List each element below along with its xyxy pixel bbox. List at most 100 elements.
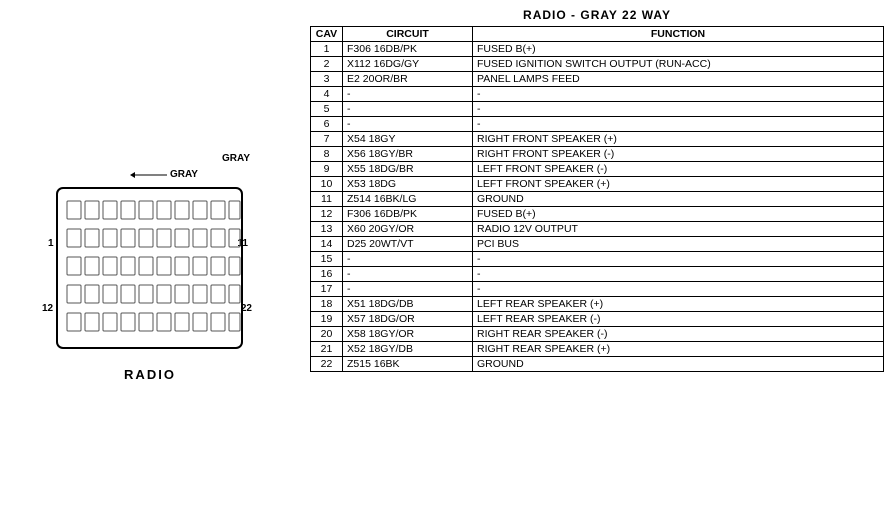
cell-function: - [473, 252, 884, 267]
cell-cav: 5 [311, 102, 343, 117]
cell-function: RIGHT FRONT SPEAKER (+) [473, 132, 884, 147]
cell-function: FUSED B(+) [473, 42, 884, 57]
cell-cav: 9 [311, 162, 343, 177]
table-row: 1F306 16DB/PKFUSED B(+) [311, 42, 884, 57]
cell-circuit: X56 18GY/BR [343, 147, 473, 162]
cell-cav: 6 [311, 117, 343, 132]
cell-cav: 20 [311, 327, 343, 342]
cell-circuit: X54 18GY [343, 132, 473, 147]
cell-function: FUSED IGNITION SWITCH OUTPUT (RUN-ACC) [473, 57, 884, 72]
cell-circuit: X60 20GY/OR [343, 222, 473, 237]
cell-cav: 22 [311, 357, 343, 372]
table-row: 12F306 16DB/PKFUSED B(+) [311, 207, 884, 222]
connector-svg [52, 183, 252, 358]
table-row: 22Z515 16BKGROUND [311, 357, 884, 372]
table-row: 11Z514 16BK/LGGROUND [311, 192, 884, 207]
cell-function: RADIO 12V OUTPUT [473, 222, 884, 237]
cell-function: PCI BUS [473, 237, 884, 252]
cell-function: LEFT REAR SPEAKER (+) [473, 297, 884, 312]
table-row: 18X51 18DG/DBLEFT REAR SPEAKER (+) [311, 297, 884, 312]
cell-function: LEFT FRONT SPEAKER (+) [473, 177, 884, 192]
cell-function: - [473, 267, 884, 282]
table-row: 4-- [311, 87, 884, 102]
table-row: 3E2 20OR/BRPANEL LAMPS FEED [311, 72, 884, 87]
cell-cav: 13 [311, 222, 343, 237]
cell-circuit: - [343, 102, 473, 117]
cell-cav: 1 [311, 42, 343, 57]
cell-cav: 18 [311, 297, 343, 312]
cell-cav: 8 [311, 147, 343, 162]
cell-cav: 10 [311, 177, 343, 192]
table-row: 5-- [311, 102, 884, 117]
table-row: 16-- [311, 267, 884, 282]
cell-cav: 7 [311, 132, 343, 147]
cell-circuit: X55 18DG/BR [343, 162, 473, 177]
cell-function: RIGHT REAR SPEAKER (-) [473, 327, 884, 342]
wiring-table: CAV CIRCUIT FUNCTION 1F306 16DB/PKFUSED … [310, 26, 884, 372]
cell-circuit: X57 18DG/OR [343, 312, 473, 327]
cell-cav: 17 [311, 282, 343, 297]
cell-cav: 19 [311, 312, 343, 327]
cell-cav: 2 [311, 57, 343, 72]
cell-function: LEFT FRONT SPEAKER (-) [473, 162, 884, 177]
col-header-cav: CAV [311, 27, 343, 42]
cell-function: - [473, 102, 884, 117]
radio-label: RADIO [30, 367, 270, 382]
cell-circuit: - [343, 267, 473, 282]
cell-circuit: Z515 16BK [343, 357, 473, 372]
cell-circuit: X112 16DG/GY [343, 57, 473, 72]
cell-circuit: Z514 16BK/LG [343, 192, 473, 207]
cell-function: PANEL LAMPS FEED [473, 72, 884, 87]
cell-cav: 21 [311, 342, 343, 357]
gray-label: GRAY [222, 153, 250, 164]
col-header-circuit: CIRCUIT [343, 27, 473, 42]
cell-function: FUSED B(+) [473, 207, 884, 222]
cell-function: RIGHT REAR SPEAKER (+) [473, 342, 884, 357]
table-row: 10X53 18DGLEFT FRONT SPEAKER (+) [311, 177, 884, 192]
table-row: 6-- [311, 117, 884, 132]
cell-cav: 12 [311, 207, 343, 222]
table-row: 8X56 18GY/BRRIGHT FRONT SPEAKER (-) [311, 147, 884, 162]
table-row: 17-- [311, 282, 884, 297]
cell-circuit: X51 18DG/DB [343, 297, 473, 312]
cell-cav: 16 [311, 267, 343, 282]
cell-circuit: F306 16DB/PK [343, 207, 473, 222]
connector-diagram: GRAY GRAY 1 12 11 22 [30, 163, 270, 382]
cell-function: - [473, 282, 884, 297]
cell-function: GROUND [473, 357, 884, 372]
table-row: 7X54 18GYRIGHT FRONT SPEAKER (+) [311, 132, 884, 147]
cell-circuit: X53 18DG [343, 177, 473, 192]
cell-circuit: - [343, 117, 473, 132]
cell-function: GROUND [473, 192, 884, 207]
cell-circuit: - [343, 252, 473, 267]
cell-cav: 3 [311, 72, 343, 87]
cell-function: RIGHT FRONT SPEAKER (-) [473, 147, 884, 162]
left-panel: GRAY GRAY 1 12 11 22 [0, 0, 300, 525]
table-title: RADIO - GRAY 22 WAY [310, 8, 884, 22]
table-row: 2X112 16DG/GYFUSED IGNITION SWITCH OUTPU… [311, 57, 884, 72]
table-row: 15-- [311, 252, 884, 267]
cell-circuit: F306 16DB/PK [343, 42, 473, 57]
table-row: 9X55 18DG/BRLEFT FRONT SPEAKER (-) [311, 162, 884, 177]
svg-text:GRAY: GRAY [170, 169, 198, 180]
cell-cav: 15 [311, 252, 343, 267]
cell-circuit: - [343, 87, 473, 102]
table-row: 21X52 18GY/DBRIGHT REAR SPEAKER (+) [311, 342, 884, 357]
cell-cav: 11 [311, 192, 343, 207]
col-header-function: FUNCTION [473, 27, 884, 42]
gray-arrow: GRAY [30, 163, 270, 183]
cell-function: - [473, 87, 884, 102]
cell-function: - [473, 117, 884, 132]
cell-cav: 4 [311, 87, 343, 102]
table-row: 19X57 18DG/ORLEFT REAR SPEAKER (-) [311, 312, 884, 327]
cell-circuit: - [343, 282, 473, 297]
table-row: 13X60 20GY/ORRADIO 12V OUTPUT [311, 222, 884, 237]
cell-circuit: X58 18GY/OR [343, 327, 473, 342]
cell-circuit: X52 18GY/DB [343, 342, 473, 357]
table-row: 14D25 20WT/VTPCI BUS [311, 237, 884, 252]
cell-circuit: E2 20OR/BR [343, 72, 473, 87]
table-row: 20X58 18GY/ORRIGHT REAR SPEAKER (-) [311, 327, 884, 342]
cell-cav: 14 [311, 237, 343, 252]
right-panel: RADIO - GRAY 22 WAY CAV CIRCUIT FUNCTION… [300, 0, 894, 525]
cell-function: LEFT REAR SPEAKER (-) [473, 312, 884, 327]
